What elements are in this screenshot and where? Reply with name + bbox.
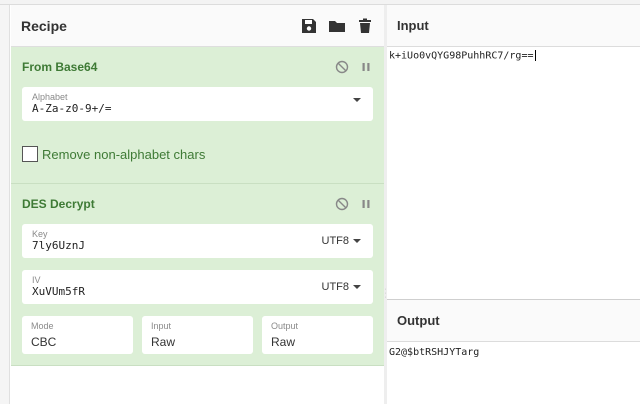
chevron-down-icon [353,98,361,102]
alphabet-label: Alphabet [32,92,68,102]
mode-label: Mode [31,321,54,331]
alphabet-value: A-Za-z0-9+/= [32,102,112,115]
recipe-title: Recipe [21,17,67,34]
alphabet-dropdown[interactable] [353,98,361,102]
folder-icon[interactable] [328,17,346,35]
mode-value: CBC [31,335,57,349]
recipe-actions [300,17,374,35]
input-text: k+iUo0vQYG98PuhhRC7/rg== [389,50,534,62]
input-textarea[interactable]: k+iUo0vQYG98PuhhRC7/rg== [387,47,640,65]
alphabet-select[interactable]: Alphabet A-Za-z0-9+/= [22,87,373,121]
disable-icon[interactable] [335,197,349,211]
checkbox-label: Remove non-alphabet chars [42,146,206,162]
chevron-down-icon [353,239,361,243]
iv-label: IV [32,275,41,285]
operation-header: DES Decrypt [22,184,373,224]
des-options-row: Mode CBC Input Raw Output Raw [22,316,373,354]
key-field[interactable]: Key 7ly6UznJ UTF8 [22,224,373,258]
key-encoding-value: UTF8 [321,235,350,247]
operation-from-base64: From Base64 Alphabet A-Za-z0-9+/= Remove… [11,47,384,184]
chevron-down-icon [353,285,361,289]
operation-controls [335,197,373,211]
remove-non-alphabet-checkbox[interactable] [22,146,38,162]
iv-field[interactable]: IV XuVUm5fR UTF8 [22,270,373,304]
input-title: Input [387,5,640,47]
output-pane: Output G2@$btRSHJYTarg [387,300,640,404]
mode-select[interactable]: Mode CBC [22,316,133,354]
iv-encoding-dropdown[interactable]: UTF8 [321,281,361,293]
pause-icon[interactable] [359,60,373,74]
output-title: Output [387,300,640,342]
trash-icon[interactable] [356,17,374,35]
pause-icon[interactable] [359,197,373,211]
output-format-value: Raw [271,335,296,349]
text-cursor [534,50,536,61]
remove-non-alphabet-option[interactable]: Remove non-alphabet chars [22,146,373,162]
output-format-label: Output [271,321,299,331]
save-icon[interactable] [300,17,318,35]
iv-encoding-value: UTF8 [321,281,350,293]
input-format-select[interactable]: Input Raw [142,316,253,354]
iv-value: XuVUm5fR [32,285,85,298]
recipe-panel: Recipe From Base64 Alphabet A-Za-z0-9+/=… [11,5,384,404]
output-text[interactable]: G2@$btRSHJYTarg [387,342,640,363]
operation-title: From Base64 [22,60,98,74]
output-format-select[interactable]: Output Raw [262,316,373,354]
key-label: Key [32,229,48,239]
recipe-header: Recipe [11,5,384,47]
operation-title: DES Decrypt [22,197,95,211]
input-format-label: Input [151,321,172,331]
operation-header: From Base64 [22,47,373,87]
input-pane: Input k+iUo0vQYG98PuhhRC7/rg== [387,5,640,300]
key-value: 7ly6UznJ [32,239,85,252]
key-encoding-dropdown[interactable]: UTF8 [321,235,361,247]
left-gutter [0,5,10,404]
operation-controls [335,60,373,74]
operation-des-decrypt: DES Decrypt Key 7ly6UznJ UTF8 IV XuVUm5f… [11,184,384,366]
disable-icon[interactable] [335,60,349,74]
input-format-value: Raw [151,335,176,349]
